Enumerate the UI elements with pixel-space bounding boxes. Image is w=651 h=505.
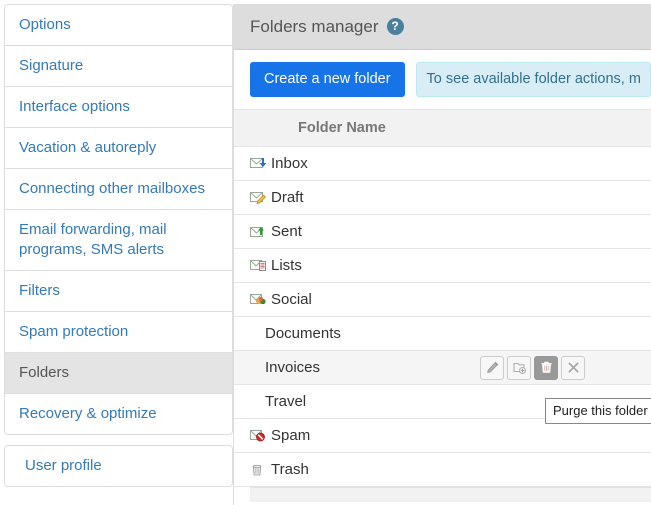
folders-table-footer bbox=[250, 487, 651, 502]
sidebar-item-signature[interactable]: Signature bbox=[5, 46, 232, 87]
table-row[interactable]: Social bbox=[234, 283, 651, 317]
folder-name-label: Invoices bbox=[265, 358, 321, 376]
draft-envelope-icon bbox=[250, 191, 266, 205]
sidebar-item-email-forwarding[interactable]: Email forwarding, mail programs, SMS ale… bbox=[5, 210, 232, 271]
folders-table: Folder Name Inbox Draft Sent Lists Socia… bbox=[234, 109, 651, 487]
purge-folder-tooltip: Purge this folder bbox=[545, 398, 651, 424]
table-row[interactable]: Trash bbox=[234, 453, 651, 487]
table-row[interactable]: Inbox bbox=[234, 147, 651, 181]
purge-folder-button[interactable] bbox=[534, 355, 558, 380]
sidebar-item-recovery-optimize[interactable]: Recovery & optimize bbox=[5, 394, 232, 434]
row-action-buttons bbox=[480, 355, 651, 380]
sidebar-item-folders[interactable]: Folders bbox=[5, 353, 232, 394]
folders-manager-panel: Folders manager ? Create a new folder To… bbox=[233, 4, 651, 505]
trash-can-icon bbox=[250, 463, 266, 477]
sidebar-group-main: Options Signature Interface options Vaca… bbox=[4, 4, 233, 435]
sidebar-item-options[interactable]: Options bbox=[5, 5, 232, 46]
folder-name-label: Documents bbox=[265, 324, 341, 342]
page-root: Options Signature Interface options Vaca… bbox=[0, 0, 651, 505]
lists-envelope-icon bbox=[250, 259, 266, 273]
table-row[interactable]: Draft bbox=[234, 181, 651, 215]
page-title: Folders manager bbox=[250, 17, 379, 36]
create-new-folder-button[interactable]: Create a new folder bbox=[250, 62, 405, 97]
spam-envelope-icon bbox=[250, 429, 266, 443]
social-envelope-icon bbox=[250, 293, 266, 307]
sidebar-item-vacation-autoreply[interactable]: Vacation & autoreply bbox=[5, 128, 232, 169]
folder-name-label: Draft bbox=[271, 188, 304, 206]
folders-table-header-row: Folder Name bbox=[234, 109, 651, 147]
edit-folder-button[interactable] bbox=[480, 355, 504, 380]
settings-sidebar: Options Signature Interface options Vaca… bbox=[0, 0, 233, 487]
sidebar-item-spam-protection[interactable]: Spam protection bbox=[5, 312, 232, 353]
new-subfolder-button[interactable] bbox=[507, 355, 531, 380]
folders-toolbar: Create a new folder To see available fol… bbox=[234, 50, 651, 109]
delete-folder-button[interactable] bbox=[561, 355, 585, 380]
folder-actions-info-banner: To see available folder actions, m bbox=[415, 62, 651, 97]
sidebar-item-interface-options[interactable]: Interface options bbox=[5, 87, 232, 128]
sent-envelope-icon bbox=[250, 225, 266, 239]
table-row[interactable]: Documents bbox=[234, 317, 651, 351]
column-header-folder-name: Folder Name bbox=[234, 109, 651, 147]
folders-table-head: Folder Name bbox=[234, 109, 651, 147]
table-row[interactable]: Lists bbox=[234, 249, 651, 283]
sidebar-item-user-profile[interactable]: User profile bbox=[5, 446, 232, 486]
folder-name-label: Social bbox=[271, 290, 312, 308]
folder-name-label: Sent bbox=[271, 222, 302, 240]
table-row[interactable]: Invoices bbox=[234, 350, 651, 385]
sidebar-group-profile: User profile bbox=[4, 445, 233, 487]
inbox-envelope-icon bbox=[250, 157, 267, 171]
folder-name-label: Trash bbox=[271, 460, 309, 478]
folder-name-label: Inbox bbox=[271, 154, 308, 172]
folder-name-label: Travel bbox=[265, 392, 307, 410]
panel-header: Folders manager ? bbox=[234, 5, 651, 50]
question-mark-icon[interactable]: ? bbox=[386, 18, 404, 35]
sidebar-item-filters[interactable]: Filters bbox=[5, 271, 232, 312]
folder-name-label: Lists bbox=[271, 256, 302, 274]
table-row[interactable]: Sent bbox=[234, 215, 651, 249]
folder-name-label: Spam bbox=[271, 426, 311, 444]
folders-table-body: Inbox Draft Sent Lists Social Documents … bbox=[234, 147, 651, 487]
sidebar-item-connecting-other-mailboxes[interactable]: Connecting other mailboxes bbox=[5, 169, 232, 210]
